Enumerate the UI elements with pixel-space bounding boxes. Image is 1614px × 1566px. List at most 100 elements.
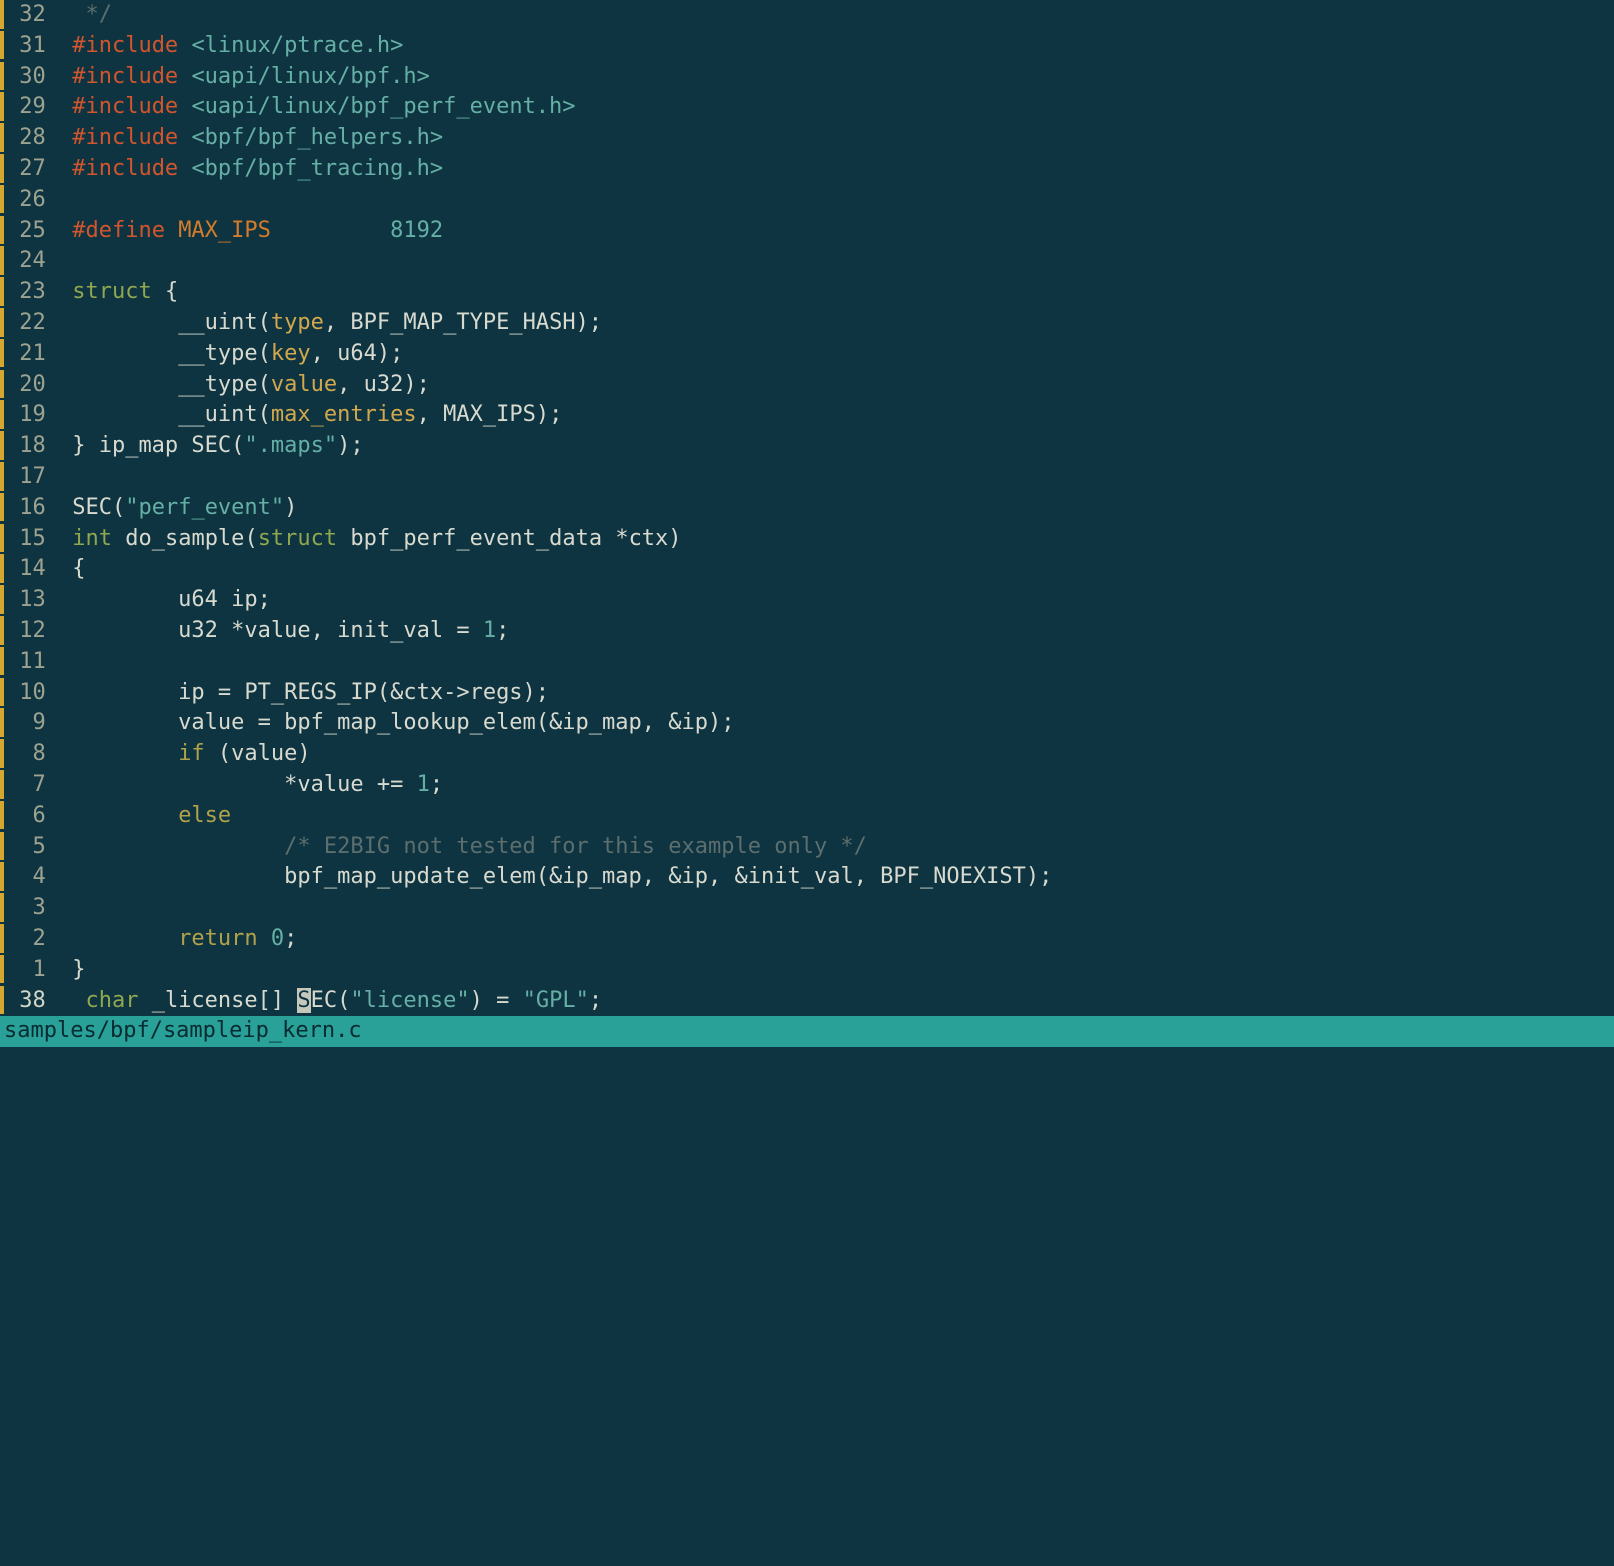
code-line[interactable]: 18 } ip_map SEC(".maps");: [0, 431, 1614, 462]
change-bar-icon: [0, 92, 4, 121]
gutter: 6: [0, 801, 59, 832]
code-line[interactable]: 9 value = bpf_map_lookup_elem(&ip_map, &…: [0, 708, 1614, 739]
code-text[interactable]: __type(key, u64);: [59, 339, 403, 370]
gutter: 3: [0, 893, 59, 924]
code-line[interactable]: 15 int do_sample(struct bpf_perf_event_d…: [0, 524, 1614, 555]
gutter: 24: [0, 246, 59, 277]
code-editor[interactable]: 32 */31 #include <linux/ptrace.h>30 #inc…: [0, 0, 1614, 1016]
code-text[interactable]: *value += 1;: [59, 770, 443, 801]
change-bar-icon: [0, 678, 4, 707]
line-number: 14: [6, 554, 59, 585]
line-number: 17: [6, 462, 59, 493]
code-text[interactable]: #include <uapi/linux/bpf_perf_event.h>: [59, 92, 576, 123]
code-text[interactable]: int do_sample(struct bpf_perf_event_data…: [59, 524, 682, 555]
code-line[interactable]: 25 #define MAX_IPS 8192: [0, 216, 1614, 247]
change-bar-icon: [0, 801, 4, 830]
line-number: 16: [6, 493, 59, 524]
gutter: 7: [0, 770, 59, 801]
code-line[interactable]: 23 struct {: [0, 277, 1614, 308]
change-bar-icon: [0, 770, 4, 799]
status-bar: samples/bpf/sampleip_kern.c: [0, 1016, 1614, 1047]
code-text[interactable]: } ip_map SEC(".maps");: [59, 431, 364, 462]
change-bar-icon: [0, 924, 4, 953]
gutter: 26: [0, 185, 59, 216]
code-text[interactable]: char _license[] SEC("license") = "GPL";: [59, 986, 602, 1017]
code-line[interactable]: 17: [0, 462, 1614, 493]
code-text[interactable]: u64 ip;: [59, 585, 271, 616]
gutter: 13: [0, 585, 59, 616]
code-text[interactable]: __uint(type, BPF_MAP_TYPE_HASH);: [59, 308, 602, 339]
code-text[interactable]: return 0;: [59, 924, 297, 955]
code-line[interactable]: 30 #include <uapi/linux/bpf.h>: [0, 62, 1614, 93]
gutter: 25: [0, 216, 59, 247]
line-number: 4: [6, 862, 59, 893]
code-text[interactable]: __uint(max_entries, MAX_IPS);: [59, 400, 562, 431]
code-line[interactable]: 38 char _license[] SEC("license") = "GPL…: [0, 986, 1614, 1017]
code-text[interactable]: #include <linux/ptrace.h>: [59, 31, 403, 62]
code-line[interactable]: 29 #include <uapi/linux/bpf_perf_event.h…: [0, 92, 1614, 123]
code-text[interactable]: if (value): [59, 739, 311, 770]
code-line[interactable]: 19 __uint(max_entries, MAX_IPS);: [0, 400, 1614, 431]
change-bar-icon: [0, 862, 4, 891]
gutter: 23: [0, 277, 59, 308]
code-text[interactable]: }: [59, 955, 86, 986]
code-line[interactable]: 21 __type(key, u64);: [0, 339, 1614, 370]
code-text[interactable]: #define MAX_IPS 8192: [59, 216, 443, 247]
gutter: 5: [0, 832, 59, 863]
line-number: 28: [6, 123, 59, 154]
change-bar-icon: [0, 986, 4, 1015]
code-line[interactable]: 11: [0, 647, 1614, 678]
code-line[interactable]: 32 */: [0, 0, 1614, 31]
code-line[interactable]: 5 /* E2BIG not tested for this example o…: [0, 832, 1614, 863]
code-line[interactable]: 27 #include <bpf/bpf_tracing.h>: [0, 154, 1614, 185]
gutter: 27: [0, 154, 59, 185]
code-line[interactable]: 16 SEC("perf_event"): [0, 493, 1614, 524]
code-line[interactable]: 12 u32 *value, init_val = 1;: [0, 616, 1614, 647]
code-line[interactable]: 6 else: [0, 801, 1614, 832]
code-text[interactable]: /* E2BIG not tested for this example onl…: [59, 832, 867, 863]
gutter: 19: [0, 400, 59, 431]
code-line[interactable]: 2 return 0;: [0, 924, 1614, 955]
code-text[interactable]: {: [59, 554, 86, 585]
code-text[interactable]: else: [59, 801, 231, 832]
code-text[interactable]: #include <uapi/linux/bpf.h>: [59, 62, 430, 93]
code-line[interactable]: 8 if (value): [0, 739, 1614, 770]
code-text[interactable]: ip = PT_REGS_IP(&ctx->regs);: [59, 678, 549, 709]
gutter: 21: [0, 339, 59, 370]
code-line[interactable]: 4 bpf_map_update_elem(&ip_map, &ip, &ini…: [0, 862, 1614, 893]
change-bar-icon: [0, 524, 4, 553]
code-line[interactable]: 13 u64 ip;: [0, 585, 1614, 616]
code-line[interactable]: 22 __uint(type, BPF_MAP_TYPE_HASH);: [0, 308, 1614, 339]
code-text[interactable]: u32 *value, init_val = 1;: [59, 616, 509, 647]
line-number: 30: [6, 62, 59, 93]
code-text[interactable]: value = bpf_map_lookup_elem(&ip_map, &ip…: [59, 708, 735, 739]
code-line[interactable]: 20 __type(value, u32);: [0, 370, 1614, 401]
code-line[interactable]: 7 *value += 1;: [0, 770, 1614, 801]
line-number: 12: [6, 616, 59, 647]
line-number: 8: [6, 739, 59, 770]
code-line[interactable]: 1 }: [0, 955, 1614, 986]
code-text[interactable]: */: [59, 0, 112, 31]
code-text[interactable]: SEC("perf_event"): [59, 493, 297, 524]
code-line[interactable]: 3: [0, 893, 1614, 924]
code-text[interactable]: #include <bpf/bpf_tracing.h>: [59, 154, 443, 185]
code-line[interactable]: 10 ip = PT_REGS_IP(&ctx->regs);: [0, 678, 1614, 709]
change-bar-icon: [0, 493, 4, 522]
line-number: 6: [6, 801, 59, 832]
code-text[interactable]: __type(value, u32);: [59, 370, 430, 401]
change-bar-icon: [0, 370, 4, 399]
code-line[interactable]: 26: [0, 185, 1614, 216]
gutter: 29: [0, 92, 59, 123]
code-line[interactable]: 31 #include <linux/ptrace.h>: [0, 31, 1614, 62]
code-text[interactable]: struct {: [59, 277, 178, 308]
code-line[interactable]: 14 {: [0, 554, 1614, 585]
code-line[interactable]: 28 #include <bpf/bpf_helpers.h>: [0, 123, 1614, 154]
code-line[interactable]: 24: [0, 246, 1614, 277]
code-text[interactable]: #include <bpf/bpf_helpers.h>: [59, 123, 443, 154]
code-text[interactable]: bpf_map_update_elem(&ip_map, &ip, &init_…: [59, 862, 1052, 893]
gutter: 4: [0, 862, 59, 893]
line-number: 25: [6, 216, 59, 247]
gutter: 15: [0, 524, 59, 555]
line-number: 26: [6, 185, 59, 216]
line-number: 20: [6, 370, 59, 401]
